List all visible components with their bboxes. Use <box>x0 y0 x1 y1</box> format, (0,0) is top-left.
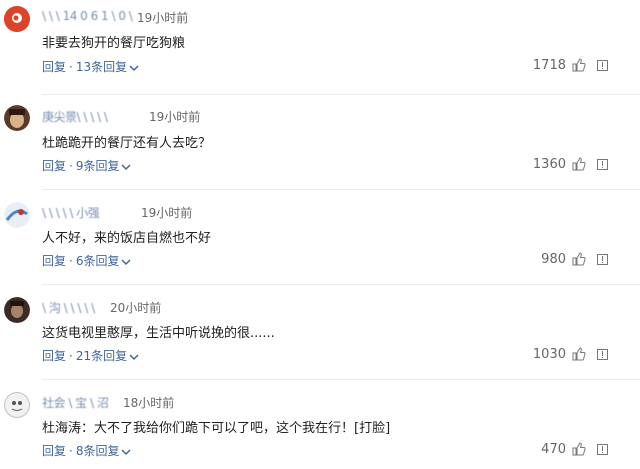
comment-text: 杜海涛：大不了我给你们跪下可以了吧，这个我在行！[打脸] <box>42 421 391 436</box>
comment-time: 19小时前 <box>141 206 193 220</box>
comment-actions: 回复 · 6条回复 <box>42 252 132 269</box>
replies-count: 8条回复 <box>75 444 120 458</box>
reply-button[interactable]: 回复 <box>42 60 66 74</box>
chevron-down-icon <box>121 448 132 455</box>
comment-item: 社会 \ 宝 \ 沼 18小时前 杜海涛：大不了我给你们跪下可以了吧，这个我在行… <box>0 380 640 469</box>
reply-button[interactable]: 回复 <box>42 254 66 268</box>
report-icon[interactable] <box>597 60 608 71</box>
separator: · <box>69 349 73 363</box>
comment-username[interactable]: 社会 \ 宝 \ 沼 <box>42 394 109 411</box>
thumbs-up-icon[interactable] <box>572 442 586 456</box>
report-icon[interactable] <box>597 349 608 360</box>
thumbs-up-icon[interactable] <box>572 58 586 72</box>
thumbs-up-icon[interactable] <box>572 157 586 171</box>
replies-count: 6条回复 <box>75 254 120 268</box>
replies-count: 21条回复 <box>75 349 128 363</box>
chevron-down-icon <box>121 163 132 170</box>
like-count: 980 <box>541 252 566 267</box>
like-count: 1030 <box>532 347 566 362</box>
reply-button[interactable]: 回复 <box>42 444 66 458</box>
avatar[interactable] <box>4 297 30 323</box>
separator: · <box>69 444 73 458</box>
comment-username[interactable]: \ \ \ \ \ 小强 <box>42 204 100 221</box>
separator: · <box>69 254 73 268</box>
avatar[interactable] <box>4 105 30 131</box>
comment-time: 20小时前 <box>110 301 162 315</box>
comment-time: 18小时前 <box>123 396 175 410</box>
comment-text: 人不好，来的饭店自燃也不好 <box>42 231 212 246</box>
comment-actions: 回复 · 13条回复 <box>42 58 139 75</box>
comment-text: 杜跪跪开的餐厅还有人去吃？ <box>42 136 212 151</box>
view-replies-button[interactable]: 9条回复 <box>76 159 132 173</box>
avatar[interactable] <box>4 6 30 32</box>
separator: · <box>69 60 73 74</box>
comment-username[interactable]: \ \ \ 14 0 6 1 \ 0 \ <box>42 9 133 23</box>
report-icon[interactable] <box>597 159 608 170</box>
chevron-down-icon <box>129 353 139 360</box>
comment-time: 19小时前 <box>137 11 189 25</box>
separator: · <box>69 159 73 173</box>
chevron-down-icon <box>121 258 132 265</box>
chevron-down-icon <box>129 64 139 71</box>
like-count: 1718 <box>532 58 566 73</box>
reply-button[interactable]: 回复 <box>42 349 66 363</box>
report-icon[interactable] <box>597 444 608 455</box>
replies-count: 9条回复 <box>75 159 120 173</box>
comment-item: \ \ \ 14 0 6 1 \ 0 \ 19小时前 非要去狗开的餐厅吃狗粮 回… <box>0 0 640 95</box>
comment-username[interactable]: 庚尖景\ \ \ \ \ <box>42 108 108 125</box>
comment-item: \ \ \ \ \ 小强 19小时前 人不好，来的饭店自燃也不好 回复 · 6条回复… <box>0 190 640 285</box>
comment-username[interactable]: \ 沟 \ \ \ \ \ <box>42 299 95 316</box>
view-replies-button[interactable]: 6条回复 <box>76 254 132 268</box>
comment-time: 19小时前 <box>149 110 201 124</box>
like-count: 470 <box>541 442 566 457</box>
comment-item: \ 沟 \ \ \ \ \ 20小时前 这货电视里憨厚，生活中听说挽的很....… <box>0 285 640 380</box>
reply-button[interactable]: 回复 <box>42 159 66 173</box>
avatar[interactable] <box>4 392 30 418</box>
comment-text: 非要去狗开的餐厅吃狗粮 <box>42 36 186 51</box>
view-replies-button[interactable]: 21条回复 <box>76 349 139 363</box>
thumbs-up-icon[interactable] <box>572 252 586 266</box>
comment-actions: 回复 · 9条回复 <box>42 157 132 174</box>
comment-item: 庚尖景\ \ \ \ \ 19小时前 杜跪跪开的餐厅还有人去吃？ 回复 · 9条回复… <box>0 95 640 190</box>
view-replies-button[interactable]: 13条回复 <box>76 60 139 74</box>
thumbs-up-icon[interactable] <box>572 347 586 361</box>
view-replies-button[interactable]: 8条回复 <box>76 444 132 458</box>
avatar[interactable] <box>4 202 30 228</box>
comment-actions: 回复 · 21条回复 <box>42 347 139 364</box>
comment-text: 这货电视里憨厚，生活中听说挽的很...... <box>42 326 275 341</box>
replies-count: 13条回复 <box>75 60 128 74</box>
comment-actions: 回复 · 8条回复 <box>42 442 132 459</box>
like-count: 1360 <box>532 157 566 172</box>
comment-list: \ \ \ 14 0 6 1 \ 0 \ 19小时前 非要去狗开的餐厅吃狗粮 回… <box>0 0 640 469</box>
report-icon[interactable] <box>597 254 608 265</box>
